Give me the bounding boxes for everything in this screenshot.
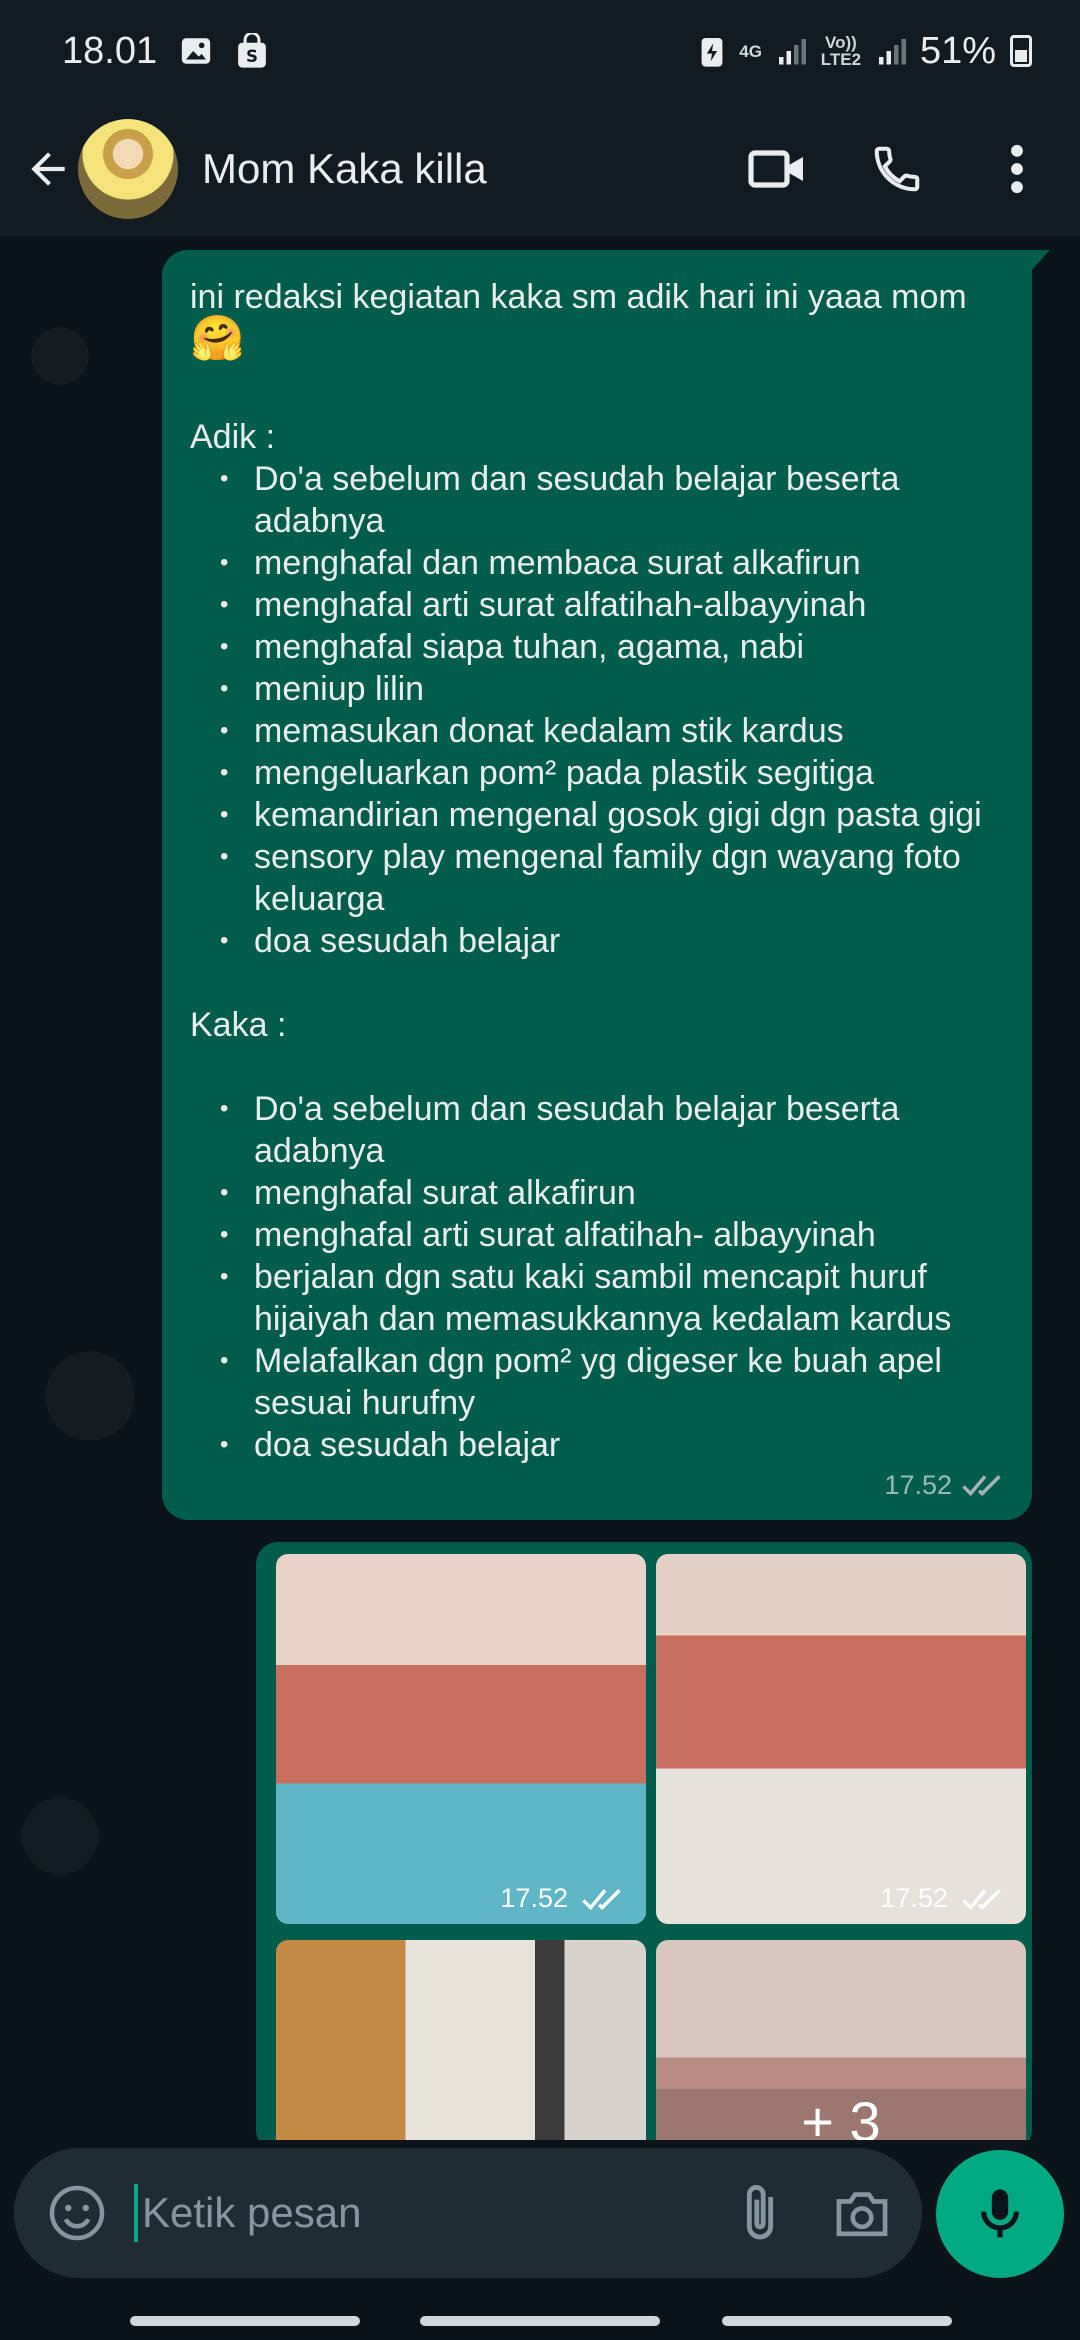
camera-icon xyxy=(836,2192,888,2237)
video-call-icon xyxy=(748,150,803,188)
message-input[interactable] xyxy=(138,2189,698,2237)
list-item: menghafal arti surat alfatihah- albayyin… xyxy=(190,1214,1004,1256)
photo-thumbnail-4[interactable]: + 3 xyxy=(656,1940,1026,2140)
status-time: 18.01 xyxy=(62,29,158,72)
read-ticks-icon xyxy=(962,1475,1001,1497)
voice-call-icon xyxy=(874,146,920,192)
media-grid: 17.52 17.52 + 3 xyxy=(268,1554,1026,2140)
nav-back-handle[interactable] xyxy=(722,2316,952,2326)
list-item: mengeluarkan pom² pada plastik segitiga xyxy=(190,752,1004,794)
photo-meta: 17.52 xyxy=(500,1883,628,1914)
more-options-button[interactable] xyxy=(982,134,1052,204)
list-item: menghafal siapa tuhan, agama, nabi xyxy=(190,626,1004,668)
photo-meta: 17.52 xyxy=(880,1883,1008,1914)
list-item: kemandirian mengenal gosok gigi dgn past… xyxy=(190,794,1004,836)
list-item: doa sesudah belajar xyxy=(190,920,1004,962)
video-call-button[interactable] xyxy=(742,134,812,204)
list-item: memasukan donat kedalam stik kardus xyxy=(190,710,1004,752)
contact-avatar[interactable] xyxy=(78,119,178,219)
more-options-icon xyxy=(1011,144,1023,194)
battery-percent: 51% xyxy=(919,29,996,72)
nav-home-handle[interactable] xyxy=(420,2316,660,2326)
photo-thumbnail-1[interactable]: 17.52 xyxy=(276,1554,646,1924)
photo-thumbnail-3[interactable] xyxy=(276,1940,646,2140)
voice-call-button[interactable] xyxy=(862,134,932,204)
back-arrow-icon xyxy=(31,152,65,186)
list-item: menghafal dan membaca surat alkafirun xyxy=(190,542,1004,584)
message-input-bar xyxy=(14,2148,922,2278)
paperclip-icon xyxy=(746,2185,774,2240)
contact-name[interactable]: Mom Kaka killa xyxy=(202,145,742,193)
photo-time: 17.52 xyxy=(500,1883,568,1913)
list-item: meniup lilin xyxy=(190,668,1004,710)
voice-message-button[interactable] xyxy=(936,2150,1064,2278)
svg-text:S: S xyxy=(246,47,258,66)
list-item: menghafal arti surat alfatihah-albayyina… xyxy=(190,584,1004,626)
battery-saver-icon xyxy=(701,38,723,67)
list-item: Do'a sebelum dan sesudah belajar beserta… xyxy=(190,458,1004,542)
list-item: menghafal surat alkafirun xyxy=(190,1172,1004,1214)
bubble-tail xyxy=(1030,250,1050,272)
outgoing-message-bubble[interactable]: ini redaksi kegiatan kaka sm adik hari i… xyxy=(162,250,1050,1520)
system-navigation-bar xyxy=(0,2296,1080,2340)
photo-time: 17.52 xyxy=(880,1883,948,1913)
attach-button[interactable] xyxy=(720,2173,800,2253)
section-kaka-title: Kaka : xyxy=(190,1006,287,1044)
list-item: doa sesudah belajar xyxy=(190,1424,1004,1466)
message-time: 17.52 xyxy=(884,1470,952,1500)
read-ticks-icon xyxy=(582,1888,621,1910)
list-item: sensory play mengenal family dgn wayang … xyxy=(190,836,1004,920)
status-bar: 18.01 S 4G Vo)) LTE2 51% xyxy=(0,0,1080,102)
message-meta: 17.52 xyxy=(884,1464,1008,1506)
microphone-icon xyxy=(981,2189,1019,2238)
hugging-face-emoji: 🤗 xyxy=(190,314,245,363)
volte-label: Vo)) LTE2 xyxy=(820,33,862,69)
chat-header: Mom Kaka killa xyxy=(0,102,1080,236)
emoji-icon xyxy=(49,2185,105,2241)
gallery-notification-icon xyxy=(181,38,211,64)
camera-button[interactable] xyxy=(822,2173,902,2253)
battery-icon xyxy=(1010,35,1032,67)
back-button[interactable] xyxy=(20,141,76,197)
signal-icon xyxy=(778,39,806,65)
read-ticks-icon xyxy=(962,1888,1001,1910)
media-album-bubble[interactable]: 17.52 17.52 + 3 xyxy=(256,1542,1032,2140)
signal-2-icon xyxy=(878,39,906,65)
list-item: Do'a sebelum dan sesudah belajar beserta… xyxy=(190,1088,1004,1172)
nav-recents-handle[interactable] xyxy=(130,2316,360,2326)
list-item: berjalan dgn satu kaki sambil mencapit h… xyxy=(190,1256,1004,1340)
kaka-activity-list: Do'a sebelum dan sesudah belajar beserta… xyxy=(190,1088,1004,1466)
emoji-button[interactable] xyxy=(42,2178,112,2248)
list-item: Melafalkan dgn pom² yg digeser ke buah a… xyxy=(190,1340,1004,1424)
shopping-bag-icon: S xyxy=(238,33,266,68)
network-4g-label: 4G xyxy=(739,41,762,61)
more-photos-count[interactable]: + 3 xyxy=(656,2089,1026,2140)
chat-area[interactable]: ini redaksi kegiatan kaka sm adik hari i… xyxy=(0,236,1080,2140)
adik-activity-list: Do'a sebelum dan sesudah belajar beserta… xyxy=(190,458,1004,962)
photo-thumbnail-2[interactable]: 17.52 xyxy=(656,1554,1026,1924)
message-intro: ini redaksi kegiatan kaka sm adik hari i… xyxy=(190,278,967,316)
section-adik-title: Adik : xyxy=(190,418,276,456)
